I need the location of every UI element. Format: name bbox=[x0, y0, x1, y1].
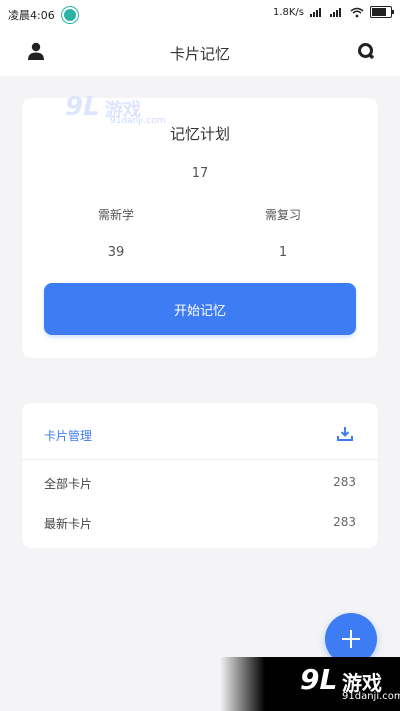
status-bar: 凌晨4:06 1.8K/s bbox=[0, 0, 400, 28]
signal-4g-icon bbox=[330, 8, 341, 17]
latest-cards-label: 最新卡片 bbox=[44, 517, 93, 531]
watermark-logo-top: 9L 游戏 91danji.com bbox=[65, 92, 165, 126]
new-learn-label: 需新学 bbox=[97, 208, 134, 222]
list-item-latest-cards[interactable]: 最新卡片 283 bbox=[44, 504, 356, 544]
search-icon[interactable] bbox=[356, 41, 378, 63]
download-icon[interactable] bbox=[336, 425, 354, 443]
plan-title: 记忆计划 bbox=[169, 125, 230, 143]
notification-icon bbox=[62, 7, 78, 23]
watermark-bottom-mark: 9L bbox=[300, 663, 338, 696]
watermark-url: 91danji.com bbox=[110, 116, 166, 126]
status-right: 1.8K/s bbox=[272, 6, 394, 18]
battery-icon bbox=[370, 6, 394, 18]
review-label: 需复习 bbox=[264, 208, 301, 222]
list-item-all-cards[interactable]: 全部卡片 283 bbox=[44, 464, 356, 504]
page-title: 卡片记忆 bbox=[169, 45, 230, 63]
memory-plan-card: 记忆计划 17 需新学 需复习 39 1 开始记忆 bbox=[22, 98, 378, 358]
plan-total-count: 17 bbox=[191, 166, 209, 181]
signal-icon bbox=[310, 8, 321, 17]
status-time: 凌晨4:06 bbox=[8, 9, 55, 22]
start-memory-button[interactable]: 开始记忆 bbox=[44, 283, 356, 335]
watermark-logo-bottom: 9L 游戏 91danji.com bbox=[220, 657, 400, 711]
new-learn-count: 39 bbox=[107, 245, 125, 260]
all-cards-count: 283 bbox=[333, 475, 356, 489]
network-speed: 1.8K/s bbox=[272, 6, 304, 18]
plus-icon-vertical bbox=[350, 630, 352, 648]
card-management-card: 卡片管理 全部卡片 283 最新卡片 283 bbox=[22, 403, 378, 548]
app-bar: 卡片记忆 bbox=[0, 28, 400, 76]
watermark-logo-mark: 9L bbox=[65, 92, 100, 122]
review-count: 1 bbox=[278, 245, 288, 260]
card-management-header: 卡片管理 bbox=[22, 403, 378, 460]
all-cards-label: 全部卡片 bbox=[44, 477, 93, 491]
watermark-bottom-url: 91danji.com bbox=[342, 691, 400, 702]
wifi-icon bbox=[350, 7, 364, 17]
card-management-title: 卡片管理 bbox=[44, 429, 93, 443]
latest-cards-count: 283 bbox=[333, 515, 356, 529]
